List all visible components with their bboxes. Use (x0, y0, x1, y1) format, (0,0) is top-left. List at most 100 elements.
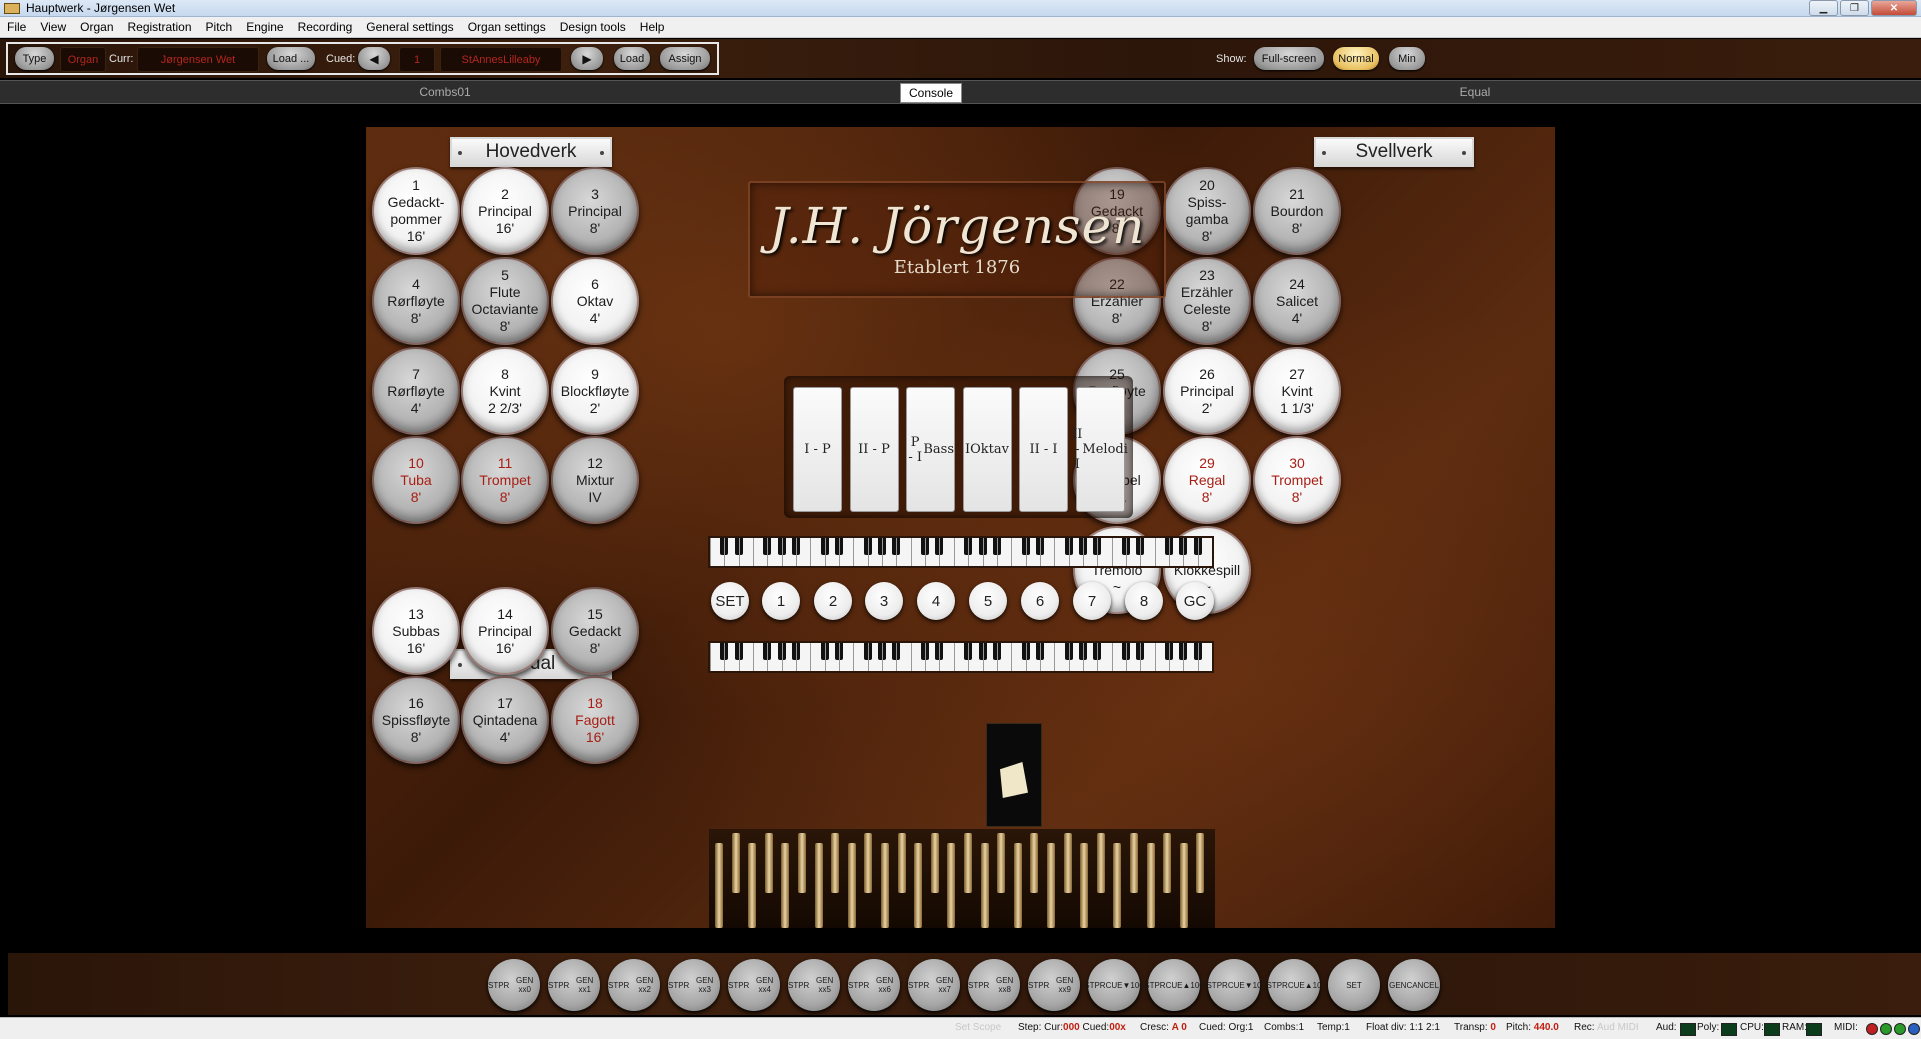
pedal-key[interactable] (715, 843, 723, 928)
pedal-key[interactable] (881, 843, 889, 928)
general-button[interactable]: SET (1328, 959, 1380, 1011)
tab-combs01[interactable]: Combs01 (380, 83, 510, 101)
stop-knob-6[interactable]: 6 Oktav 4' (551, 257, 639, 345)
stop-knob-17[interactable]: 17 Qintadena 4' (461, 676, 549, 764)
pedal-key[interactable] (897, 833, 906, 893)
menu-organ[interactable]: Organ (73, 17, 120, 37)
menu-engine[interactable]: Engine (239, 17, 290, 37)
menu-general-settings[interactable]: General settings (359, 17, 460, 37)
general-button[interactable]: STPR GEN xx4 (728, 959, 780, 1011)
pedal-key[interactable] (1196, 833, 1205, 893)
coupler-tab[interactable]: II - I Melodi (1072, 387, 1128, 512)
pedal-key[interactable] (964, 833, 972, 893)
tab-console[interactable]: Console (900, 83, 962, 103)
stop-knob-26[interactable]: 26 Principal 2' (1163, 347, 1251, 435)
coupler-tab[interactable]: II - I (1019, 387, 1068, 512)
pedal-key[interactable] (980, 843, 989, 928)
pedal-key[interactable] (1146, 843, 1155, 928)
general-button[interactable]: STPR GEN xx6 (848, 959, 900, 1011)
piston-3[interactable]: 3 (865, 582, 903, 620)
piston-5[interactable]: 5 (969, 582, 1007, 620)
manual-keyboard-lower[interactable] (708, 641, 1214, 673)
stop-knob-7[interactable]: 7 Rørfløyte 4' (372, 347, 460, 435)
pedal-key[interactable] (947, 843, 956, 928)
stop-knob-5[interactable]: 5 Flute Octaviante 8' (461, 257, 549, 345)
pedal-key[interactable] (847, 843, 856, 928)
coupler-tab[interactable]: P - I Bass (906, 387, 955, 512)
pedal-key[interactable] (930, 833, 939, 893)
stop-knob-8[interactable]: 8 Kvint 2 2/3' (461, 347, 549, 435)
stop-knob-4[interactable]: 4 Rørfløyte 8' (372, 257, 460, 345)
stop-knob-13[interactable]: 13 Subbas 16' (372, 587, 460, 675)
general-button[interactable]: STPR GEN xx5 (788, 959, 840, 1011)
piston-set[interactable]: SET (711, 582, 749, 620)
menu-design-tools[interactable]: Design tools (553, 17, 633, 37)
pedal-key[interactable] (1063, 833, 1072, 893)
pedal-key[interactable] (1096, 833, 1105, 893)
menu-organ-settings[interactable]: Organ settings (461, 17, 553, 37)
pedal-key[interactable] (1179, 843, 1188, 928)
stop-knob-10[interactable]: 10 Tuba 8' (372, 436, 460, 524)
menu-registration[interactable]: Registration (121, 17, 199, 37)
stop-knob-11[interactable]: 11 Trompet 8' (461, 436, 549, 524)
stop-knob-27[interactable]: 27 Kvint 1 1/3' (1253, 347, 1341, 435)
menu-file[interactable]: File (0, 17, 33, 37)
load-organ-dialog-button[interactable]: Load ... (267, 47, 315, 70)
coupler-tab[interactable]: I Oktav (962, 387, 1012, 512)
show-normal-button[interactable]: Normal (1333, 47, 1379, 70)
coupler-tab[interactable]: II - P (849, 387, 899, 512)
stop-knob-15[interactable]: 15 Gedackt 8' (551, 587, 639, 675)
general-button[interactable]: STPR CUE ▼100 (1084, 959, 1144, 1011)
stop-knob-30[interactable]: 30 Trompet 8' (1253, 436, 1341, 524)
pedal-key[interactable] (1030, 833, 1039, 893)
pedal-key[interactable] (1163, 833, 1172, 893)
piston-4[interactable]: 4 (917, 582, 955, 620)
general-button[interactable]: STPR CUE ▲10 (1266, 959, 1322, 1011)
pedal-key[interactable] (864, 833, 873, 893)
piston-1[interactable]: 1 (762, 582, 800, 620)
stop-knob-16[interactable]: 16 Spissfløyte 8' (372, 676, 460, 764)
pedal-key[interactable] (914, 843, 923, 928)
minimize-icon[interactable]: ▁ (1809, 0, 1838, 16)
load-button[interactable]: Load (614, 47, 650, 70)
pedal-key[interactable] (814, 843, 823, 928)
pedalboard[interactable] (709, 829, 1215, 928)
general-button[interactable]: GEN CANCEL (1388, 959, 1440, 1011)
pedal-key[interactable] (1047, 843, 1055, 928)
close-icon[interactable]: ✕ (1871, 0, 1917, 16)
stop-knob-21[interactable]: 21 Bourdon 8' (1253, 167, 1341, 255)
piston-8[interactable]: 8 (1125, 582, 1163, 620)
stop-knob-14[interactable]: 14 Principal 16' (461, 587, 549, 675)
menu-pitch[interactable]: Pitch (199, 17, 240, 37)
stop-knob-1[interactable]: 1 Gedackt-pommer 16' (372, 167, 460, 255)
show-min-button[interactable]: Min (1389, 47, 1425, 70)
pedal-key[interactable] (831, 833, 840, 893)
pedal-key[interactable] (1130, 833, 1138, 893)
cue-previous-button[interactable]: ◀ (358, 47, 390, 70)
show-fullscreen-button[interactable]: Full-screen (1254, 47, 1324, 70)
pedal-key[interactable] (798, 833, 806, 893)
stop-knob-3[interactable]: 3 Principal 8' (551, 167, 639, 255)
pedal-key[interactable] (997, 833, 1006, 893)
assign-button[interactable]: Assign (660, 47, 710, 70)
stop-knob-2[interactable]: 2 Principal 16' (461, 167, 549, 255)
menu-recording[interactable]: Recording (291, 17, 360, 37)
stop-knob-9[interactable]: 9 Blockfløyte 2' (551, 347, 639, 435)
stop-knob-20[interactable]: 20 Spiss-gamba 8' (1163, 167, 1251, 255)
general-button[interactable]: STPR GEN xx9 (1028, 959, 1080, 1011)
general-button[interactable]: STPR GEN xx0 (488, 959, 540, 1011)
menu-help[interactable]: Help (633, 17, 672, 37)
general-button[interactable]: STPR GEN xx8 (968, 959, 1020, 1011)
stop-knob-24[interactable]: 24 Salicet 4' (1253, 257, 1341, 345)
general-button[interactable]: STPR GEN xx2 (608, 959, 660, 1011)
pedal-key[interactable] (748, 843, 757, 928)
general-button[interactable]: STPR GEN xx3 (668, 959, 720, 1011)
stop-knob-12[interactable]: 12 Mixtur IV (551, 436, 639, 524)
stop-knob-29[interactable]: 29 Regal 8' (1163, 436, 1251, 524)
coupler-tab[interactable]: I - P (793, 387, 842, 512)
pedal-key[interactable] (731, 833, 740, 893)
piston-7[interactable]: 7 (1073, 582, 1111, 620)
general-button[interactable]: STPR GEN xx7 (908, 959, 960, 1011)
pedal-key[interactable] (1113, 843, 1122, 928)
menu-view[interactable]: View (33, 17, 73, 37)
